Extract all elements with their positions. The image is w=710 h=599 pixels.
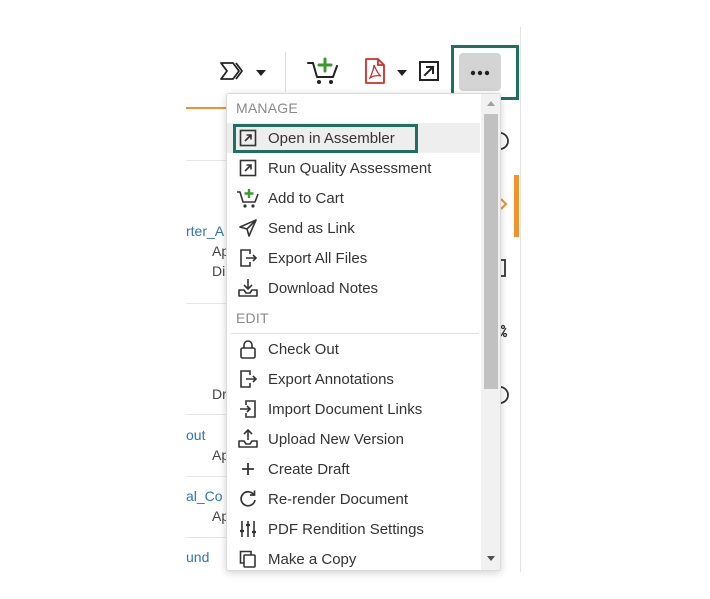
lock-icon bbox=[236, 334, 260, 364]
menu-item-send-as-link[interactable]: Send as Link bbox=[227, 213, 480, 243]
menu-item-label: Download Notes bbox=[268, 279, 379, 297]
menu-item-label: Export All Files bbox=[268, 249, 368, 267]
menu-item-add-to-cart[interactable]: Add to Cart bbox=[227, 183, 480, 213]
document-link[interactable]: rter_A bbox=[186, 223, 226, 239]
export-file-icon bbox=[236, 364, 260, 394]
row-divider bbox=[186, 476, 226, 477]
row-divider bbox=[186, 537, 226, 538]
menu-item-label: Upload New Version bbox=[268, 430, 404, 448]
menu-item-label: Create Draft bbox=[268, 460, 350, 478]
pdf-button[interactable] bbox=[357, 57, 413, 90]
scroll-down-arrow-icon[interactable] bbox=[487, 556, 495, 561]
row-divider bbox=[186, 303, 226, 304]
menu-item-label: Run Quality Assessment bbox=[268, 159, 432, 177]
pdf-icon bbox=[363, 57, 387, 90]
refresh-icon bbox=[236, 484, 260, 514]
menu-item-create-draft[interactable]: Create Draft bbox=[227, 454, 480, 484]
menu-item-pdf-rendition-settings[interactable]: PDF Rendition Settings bbox=[227, 514, 480, 544]
panel-border bbox=[520, 27, 521, 572]
workflow-icon bbox=[219, 61, 247, 86]
menu-section-header-edit: EDIT bbox=[236, 310, 269, 326]
upload-tray-icon bbox=[236, 424, 260, 454]
chevron-down-icon bbox=[397, 70, 407, 76]
export-file-icon bbox=[236, 243, 260, 273]
menu-scrollbar[interactable] bbox=[481, 94, 500, 570]
download-tray-icon bbox=[236, 273, 260, 303]
info-icon[interactable] bbox=[499, 131, 510, 156]
menu-item-label: Make a Copy bbox=[268, 550, 357, 568]
menu-item-label: Import Document Links bbox=[268, 400, 423, 418]
selected-row-marker bbox=[514, 175, 519, 237]
document-meta: Ap bbox=[212, 243, 226, 259]
percent-icon[interactable] bbox=[500, 324, 508, 343]
menu-item-label: Send as Link bbox=[268, 219, 355, 237]
row-divider bbox=[186, 160, 226, 161]
import-file-icon bbox=[236, 394, 260, 424]
workflow-button[interactable] bbox=[214, 60, 270, 86]
document-link[interactable]: al_Co bbox=[186, 488, 226, 504]
menu-item-export-annotations[interactable]: Export Annotations bbox=[227, 364, 480, 394]
row-divider bbox=[186, 414, 226, 415]
sliders-icon bbox=[236, 514, 260, 544]
menu-section-header-manage: MANAGE bbox=[236, 100, 298, 116]
menu-item-label: Check Out bbox=[268, 340, 339, 358]
menu-item-label: Add to Cart bbox=[268, 189, 344, 207]
open-external-icon bbox=[418, 60, 440, 87]
copy-icon bbox=[236, 544, 260, 570]
add-to-cart-button[interactable] bbox=[305, 57, 341, 89]
clipboard-icon[interactable] bbox=[500, 258, 508, 283]
plus-icon bbox=[236, 454, 260, 484]
menu-item-make-a-copy[interactable]: Make a Copy bbox=[227, 544, 480, 570]
more-options-menu: MANAGE Open in Assembler Run Quality Ass… bbox=[226, 93, 501, 571]
document-link[interactable]: und bbox=[186, 549, 226, 565]
send-icon bbox=[236, 213, 260, 243]
scroll-up-arrow-icon[interactable] bbox=[487, 101, 495, 106]
chevron-down-icon bbox=[255, 70, 266, 76]
scrollbar-thumb[interactable] bbox=[484, 114, 498, 389]
document-link[interactable]: out bbox=[186, 427, 226, 443]
add-to-cart-icon bbox=[236, 183, 260, 213]
document-meta: Di bbox=[212, 263, 226, 279]
open-external-icon bbox=[236, 153, 260, 183]
menu-item-import-document-links[interactable]: Import Document Links bbox=[227, 394, 480, 424]
menu-item-check-out[interactable]: Check Out bbox=[227, 334, 480, 364]
menu-item-upload-new-version[interactable]: Upload New Version bbox=[227, 424, 480, 454]
document-meta: Ap bbox=[212, 508, 226, 524]
toolbar-divider bbox=[285, 52, 286, 92]
menu-item-download-notes[interactable]: Download Notes bbox=[227, 273, 480, 303]
menu-item-run-quality-assessment[interactable]: Run Quality Assessment bbox=[227, 153, 480, 183]
document-meta: Ap bbox=[212, 447, 226, 463]
menu-item-export-all-files[interactable]: Export All Files bbox=[227, 243, 480, 273]
menu-item-label: Export Annotations bbox=[268, 370, 394, 388]
open-in-assembler-highlight bbox=[233, 124, 418, 153]
menu-item-label: PDF Rendition Settings bbox=[268, 520, 424, 538]
document-meta: Dr bbox=[212, 386, 226, 402]
open-external-button[interactable] bbox=[417, 60, 441, 87]
more-options-highlight bbox=[451, 45, 519, 100]
menu-item-re-render-document[interactable]: Re-render Document bbox=[227, 484, 480, 514]
add-to-cart-icon bbox=[306, 56, 340, 91]
chevron-right-icon[interactable] bbox=[500, 197, 508, 215]
active-tab-underline bbox=[186, 107, 226, 109]
menu-item-label: Re-render Document bbox=[268, 490, 409, 508]
info-icon[interactable] bbox=[499, 385, 510, 410]
